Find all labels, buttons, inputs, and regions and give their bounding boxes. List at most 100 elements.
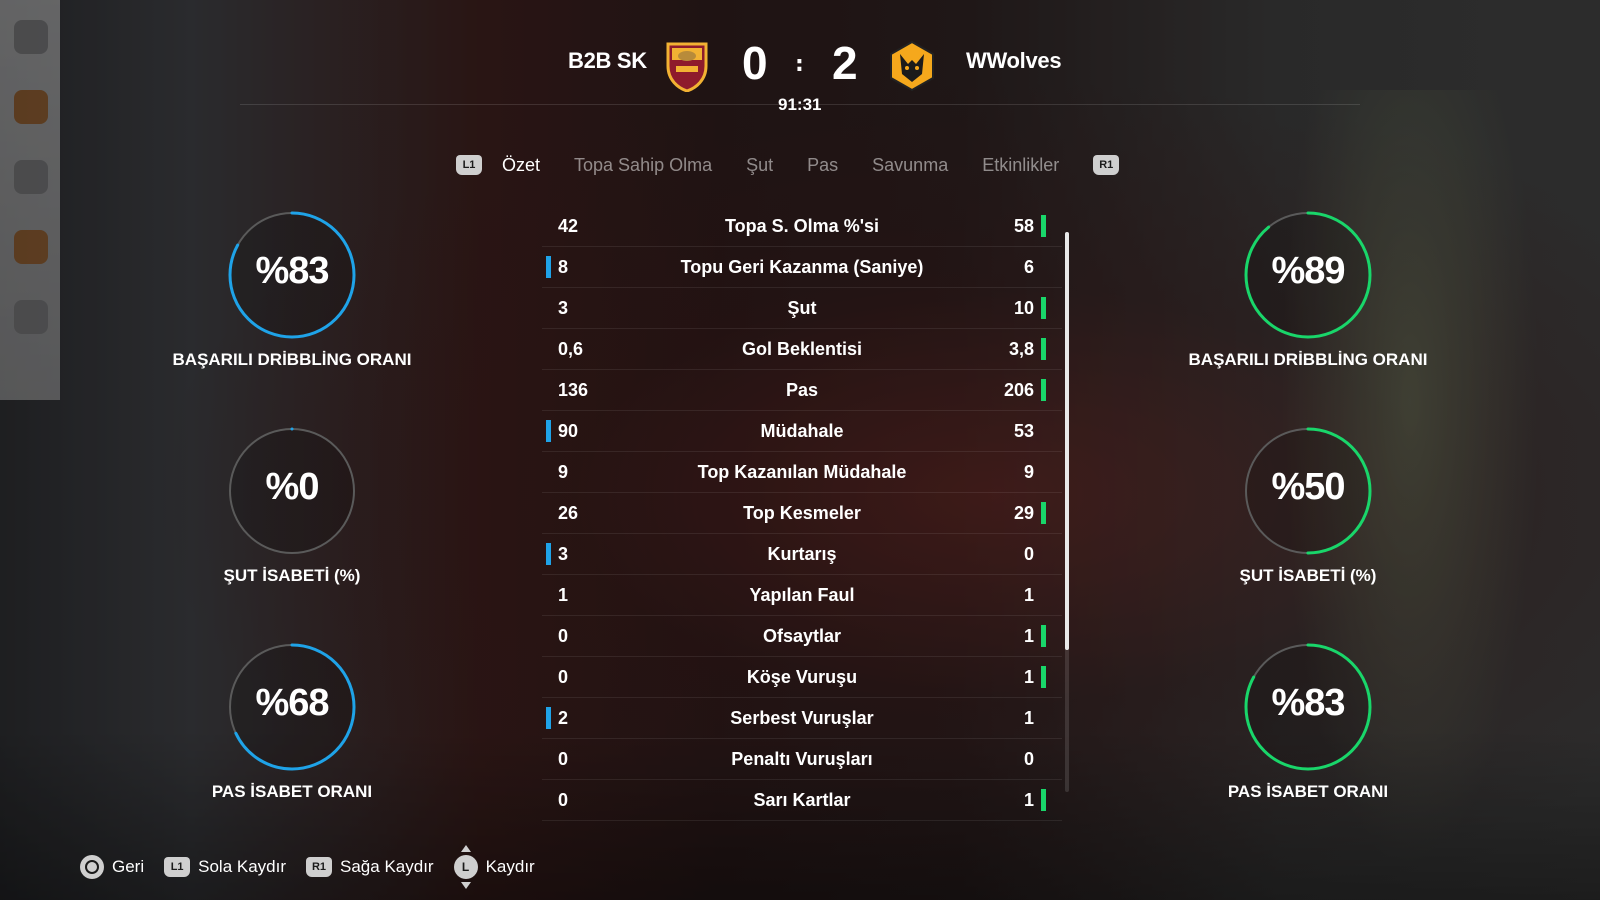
home-score: 0 xyxy=(742,37,768,89)
away-gauge-value: %89 xyxy=(1271,250,1345,292)
l1-button-icon[interactable]: L1 xyxy=(456,155,482,175)
tab-defending[interactable]: Savunma xyxy=(872,155,948,176)
r1-button-icon: R1 xyxy=(306,857,333,877)
home-gauge-value: %0 xyxy=(265,466,320,508)
away-team-name: WWolves xyxy=(966,48,1062,73)
home-gauge: %0 xyxy=(227,426,357,556)
tab-events[interactable]: Etkinlikler xyxy=(982,155,1059,176)
stat-away-value: 0 xyxy=(1023,749,1034,769)
wolves-crest-icon xyxy=(888,40,934,92)
stat-row: 0 Sarı Kartlar 1 xyxy=(542,780,1062,821)
away-gauge-value: %83 xyxy=(1271,682,1345,724)
stat-row: 9 Top Kazanılan Müdahale 9 xyxy=(542,452,1062,493)
stat-away-value: 1 xyxy=(1023,708,1034,728)
stat-row: 26 Top Kesmeler 29 xyxy=(542,493,1062,534)
stat-label: Şut xyxy=(787,298,817,318)
stats-table: 42 Topa S. Olma %'si 58 8 Topu Geri Kazanma … xyxy=(542,206,1062,821)
stat-label: Topa S. Olma %'si xyxy=(725,216,879,236)
stat-label: Köşe Vuruşu xyxy=(746,667,858,687)
stat-row: 3 Şut 10 xyxy=(542,288,1062,329)
home-gauge-label: PAS İSABET ORANI xyxy=(211,782,373,801)
stat-label: Sarı Kartlar xyxy=(753,790,851,810)
stat-label: Penaltı Vuruşları xyxy=(731,749,873,769)
away-leader-bar xyxy=(1041,215,1046,237)
stat-away-value: 6 xyxy=(1023,257,1034,277)
scroll-control[interactable]: L Kaydır xyxy=(453,845,535,889)
stat-row: 0,6 Gol Beklentisi 3,8 xyxy=(542,329,1062,370)
stat-label: Top Kazanılan Müdahale xyxy=(697,462,907,482)
away-gauge-label: ŞUT İSABETİ (%) xyxy=(1239,566,1377,585)
tab-passing[interactable]: Pas xyxy=(807,155,838,176)
stat-row: 0 Penaltı Vuruşları 0 xyxy=(542,739,1062,780)
stat-away-value: 3,8 xyxy=(1008,339,1034,359)
away-gauge-value: %50 xyxy=(1271,466,1345,508)
match-stats-screen: B2B SK 0 : 2 WWolves 91:31 L1 Özet Topa … xyxy=(0,0,1600,900)
away-leader-bar xyxy=(1041,338,1046,360)
away-score: 2 xyxy=(832,37,858,89)
header-divider xyxy=(240,104,1360,105)
stat-label: Topu Geri Kazanma (Saniye) xyxy=(680,257,924,277)
back-label: Geri xyxy=(112,857,145,876)
circle-button-icon xyxy=(80,855,104,879)
r1-button-icon[interactable]: R1 xyxy=(1093,155,1120,175)
l1-button-icon: L1 xyxy=(164,857,191,877)
away-leader-bar xyxy=(1041,297,1046,319)
tab-possession[interactable]: Topa Sahip Olma xyxy=(574,155,712,176)
home-gauge-value: %68 xyxy=(255,682,329,724)
away-leader-bar xyxy=(1041,789,1046,811)
scroll-left-control[interactable]: L1 Sola Kaydır xyxy=(164,857,286,877)
scroll-right-label: Sağa Kaydır xyxy=(340,857,434,876)
stat-row: 136 Pas 206 xyxy=(542,370,1062,411)
home-gauge-value: %83 xyxy=(255,250,329,292)
stat-row: 0 Ofsaytlar 1 xyxy=(542,616,1062,657)
stat-label: Ofsaytlar xyxy=(762,626,842,646)
tab-summary[interactable]: Özet xyxy=(502,155,540,176)
stat-away-value: 10 xyxy=(1013,298,1034,318)
score-separator: : xyxy=(795,52,804,77)
home-team-name: B2B SK xyxy=(568,48,647,73)
stat-label: Yapılan Faul xyxy=(749,585,855,605)
roma-crest-icon xyxy=(664,40,710,93)
away-leader-bar xyxy=(1041,666,1046,688)
stat-row: 8 Topu Geri Kazanma (Saniye) 6 xyxy=(542,247,1062,288)
stat-row: 42 Topa S. Olma %'si 58 xyxy=(542,206,1062,247)
stat-away-value: 58 xyxy=(1013,216,1034,236)
stat-away-value: 0 xyxy=(1023,544,1034,564)
back-control[interactable]: Geri xyxy=(80,855,144,879)
stat-away-value: 1 xyxy=(1023,585,1034,605)
stat-row: 3 Kurtarış 0 xyxy=(542,534,1062,575)
stat-row: 2 Serbest Vuruşlar 1 xyxy=(542,698,1062,739)
stat-away-value: 29 xyxy=(1013,503,1034,523)
scroll-right-control[interactable]: R1 Sağa Kaydır xyxy=(306,857,434,877)
stat-row: 1 Yapılan Faul 1 xyxy=(542,575,1062,616)
stat-row: 90 Müdahale 53 xyxy=(542,411,1062,452)
stat-row: 0 Köşe Vuruşu 1 xyxy=(542,657,1062,698)
stat-away-value: 1 xyxy=(1023,667,1034,687)
tab-shots[interactable]: Şut xyxy=(746,155,773,176)
away-gauge: %83 xyxy=(1243,642,1373,772)
away-gauge: %89 xyxy=(1243,210,1373,340)
controls-footer: Geri L1 Sola Kaydır R1 Sağa Kaydır L Kay… xyxy=(80,845,555,889)
scroll-left-label: Sola Kaydır xyxy=(198,857,287,876)
stat-away-value: 53 xyxy=(1013,421,1034,441)
stat-label: Müdahale xyxy=(760,421,844,441)
stat-away-value: 1 xyxy=(1023,626,1034,646)
scroll-label: Kaydır xyxy=(485,857,535,876)
stat-label: Gol Beklentisi xyxy=(741,339,863,359)
stat-away-value: 9 xyxy=(1023,462,1034,482)
away-leader-bar xyxy=(1041,379,1046,401)
home-gauge: %83 xyxy=(227,210,357,340)
scrollbar-thumb[interactable] xyxy=(1065,232,1069,650)
match-clock: 91:31 xyxy=(778,95,822,114)
away-gauge: %50 xyxy=(1243,426,1373,556)
away-leader-bar xyxy=(1041,625,1046,647)
stat-label: Serbest Vuruşlar xyxy=(730,708,874,728)
home-gauge: %68 xyxy=(227,642,357,772)
stat-label: Pas xyxy=(785,380,819,400)
away-gauge-label: BAŞARILI DRİBBLİNG ORANI xyxy=(1188,350,1428,369)
left-stick-icon: L xyxy=(453,845,478,889)
stats-tabs: L1 Özet Topa Sahip Olma Şut Pas Savunma … xyxy=(456,150,1120,180)
stat-label: Top Kesmeler xyxy=(743,503,861,523)
stat-away-value: 1 xyxy=(1023,790,1034,810)
stat-away-value: 206 xyxy=(1003,380,1034,400)
